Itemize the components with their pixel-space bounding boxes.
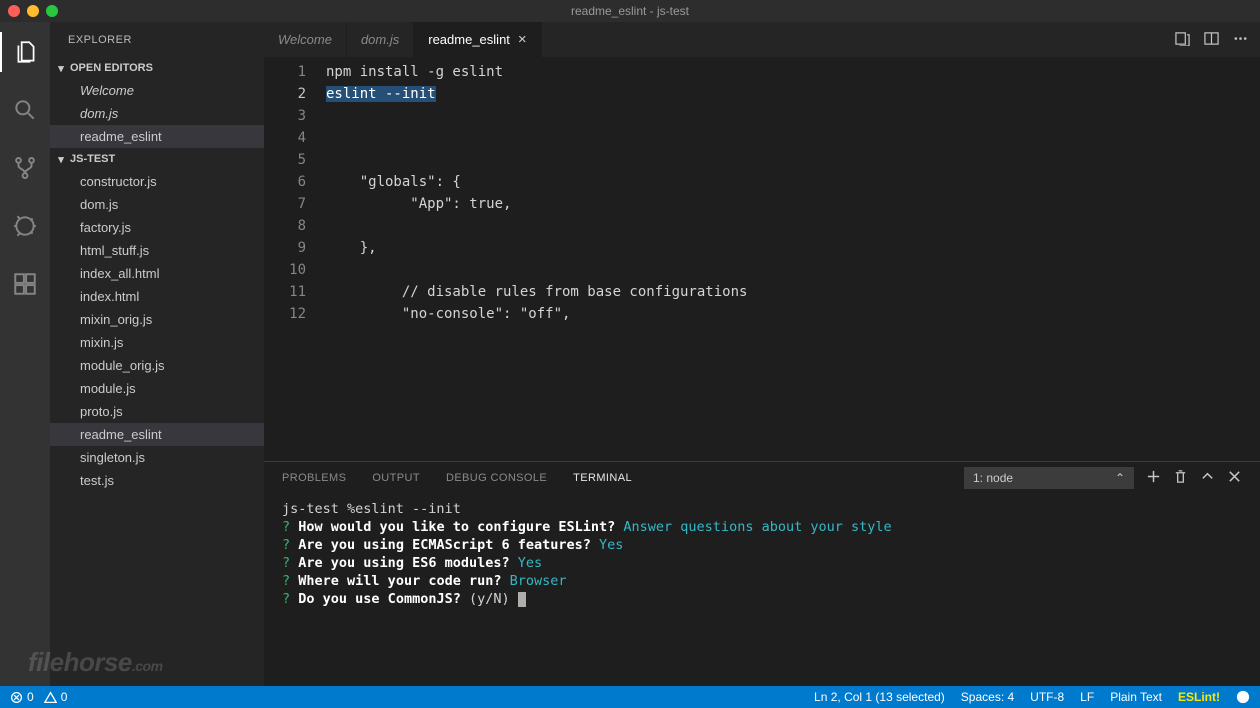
activity-extensions[interactable]	[0, 264, 50, 304]
file-tree-item[interactable]: dom.js	[50, 193, 264, 216]
error-icon	[10, 691, 23, 704]
branch-icon	[12, 155, 38, 181]
line-number[interactable]: 6	[264, 171, 306, 193]
files-icon	[13, 39, 39, 65]
code-line[interactable]	[326, 149, 1260, 171]
file-tree-item[interactable]: test.js	[50, 469, 264, 492]
open-editors-header[interactable]: ▾ OPEN EDITORS	[50, 57, 264, 79]
diff-icon[interactable]	[1175, 31, 1190, 49]
status-errors[interactable]: 0	[10, 690, 34, 704]
status-spaces[interactable]: Spaces: 4	[961, 690, 1014, 704]
maximize-window-button[interactable]	[46, 5, 58, 17]
line-number[interactable]: 2	[264, 83, 306, 105]
code-line[interactable]: // disable rules from base configuration…	[326, 281, 1260, 303]
file-tree-item[interactable]: constructor.js	[50, 170, 264, 193]
activity-debug[interactable]	[0, 206, 50, 246]
status-feedback[interactable]	[1236, 690, 1250, 704]
title-bar: readme_eslint - js-test	[0, 0, 1260, 22]
open-editor-item[interactable]: readme_eslint	[50, 125, 264, 148]
panel-close-button[interactable]	[1227, 469, 1242, 487]
line-number[interactable]: 10	[264, 259, 306, 281]
chevron-down-icon: ▾	[54, 62, 68, 75]
code-line[interactable]: "no-console": "off",	[326, 303, 1260, 325]
panel: PROBLEMS OUTPUT DEBUG CONSOLE TERMINAL 1: n…	[264, 461, 1260, 686]
status-warnings[interactable]: 0	[44, 690, 68, 704]
file-tree-item[interactable]: index_all.html	[50, 262, 264, 285]
file-tree-item[interactable]: factory.js	[50, 216, 264, 239]
close-tab-icon[interactable]: ×	[518, 31, 527, 48]
line-number[interactable]: 5	[264, 149, 306, 171]
debug-icon	[12, 213, 38, 239]
terminal[interactable]: js-test %eslint --init ? How would you l…	[264, 494, 1260, 686]
editor-tab[interactable]: readme_eslint×	[414, 22, 541, 57]
activity-search[interactable]	[0, 90, 50, 130]
open-editor-item[interactable]: dom.js	[50, 102, 264, 125]
panel-maximize-button[interactable]	[1200, 469, 1215, 487]
code-line[interactable]	[326, 259, 1260, 281]
chevron-down-icon: ▾	[54, 153, 68, 166]
code-line[interactable]: "App": true,	[326, 193, 1260, 215]
activity-bar	[0, 22, 50, 686]
code-line[interactable]: "globals": {	[326, 171, 1260, 193]
close-window-button[interactable]	[8, 5, 20, 17]
sidebar-title: EXPLORER	[50, 22, 264, 57]
code-editor[interactable]: 123456789101112 npm install -g eslintesl…	[264, 57, 1260, 461]
line-number[interactable]: 7	[264, 193, 306, 215]
split-editor-icon[interactable]	[1204, 31, 1219, 49]
line-number[interactable]: 11	[264, 281, 306, 303]
code-line[interactable]: eslint --init	[326, 83, 1260, 105]
sidebar: EXPLORER ▾ OPEN EDITORS Welcomedom.jsrea…	[50, 22, 264, 686]
file-tree-item[interactable]: module.js	[50, 377, 264, 400]
code-line[interactable]	[326, 127, 1260, 149]
status-language[interactable]: Plain Text	[1110, 690, 1162, 704]
window-title: readme_eslint - js-test	[571, 4, 689, 18]
status-cursor[interactable]: Ln 2, Col 1 (13 selected)	[814, 690, 945, 704]
minimize-window-button[interactable]	[27, 5, 39, 17]
panel-tab[interactable]: TERMINAL	[573, 472, 632, 484]
chevron-updown-icon: ⌃	[1115, 471, 1125, 485]
search-icon	[12, 97, 38, 123]
open-editor-item[interactable]: Welcome	[50, 79, 264, 102]
code-line[interactable]: },	[326, 237, 1260, 259]
terminal-select[interactable]: 1: node ⌃	[964, 467, 1134, 489]
status-encoding[interactable]: UTF-8	[1030, 690, 1064, 704]
editor-tab[interactable]: Welcome	[264, 22, 347, 57]
more-icon[interactable]	[1233, 31, 1248, 49]
file-tree-item[interactable]: mixin_orig.js	[50, 308, 264, 331]
file-tree-item[interactable]: proto.js	[50, 400, 264, 423]
file-tree-item[interactable]: index.html	[50, 285, 264, 308]
file-tree-item[interactable]: mixin.js	[50, 331, 264, 354]
new-terminal-button[interactable]	[1146, 469, 1161, 487]
smiley-icon	[1236, 690, 1250, 704]
file-tree-item[interactable]: readme_eslint	[50, 423, 264, 446]
activity-source-control[interactable]	[0, 148, 50, 188]
file-tree-item[interactable]: singleton.js	[50, 446, 264, 469]
line-number[interactable]: 4	[264, 127, 306, 149]
file-tree-item[interactable]: module_orig.js	[50, 354, 264, 377]
code-line[interactable]	[326, 215, 1260, 237]
file-tree-item[interactable]: html_stuff.js	[50, 239, 264, 262]
tab-bar: Welcomedom.jsreadme_eslint×	[264, 22, 1260, 57]
status-bar: 0 0 Ln 2, Col 1 (13 selected) Spaces: 4 …	[0, 686, 1260, 708]
line-number[interactable]: 1	[264, 61, 306, 83]
line-number[interactable]: 8	[264, 215, 306, 237]
code-line[interactable]	[326, 105, 1260, 127]
line-number[interactable]: 3	[264, 105, 306, 127]
editor-tab[interactable]: dom.js	[347, 22, 414, 57]
warning-icon	[44, 691, 57, 704]
editor-region: Welcomedom.jsreadme_eslint× 123456789101…	[264, 22, 1260, 686]
panel-tab[interactable]: DEBUG CONSOLE	[446, 472, 547, 484]
status-eol[interactable]: LF	[1080, 690, 1094, 704]
line-number[interactable]: 9	[264, 237, 306, 259]
activity-explorer[interactable]	[0, 32, 50, 72]
extensions-icon	[12, 271, 38, 297]
panel-tab[interactable]: OUTPUT	[372, 472, 420, 484]
kill-terminal-button[interactable]	[1173, 469, 1188, 487]
status-eslint[interactable]: ESLint!	[1178, 690, 1220, 704]
code-line[interactable]: npm install -g eslint	[326, 61, 1260, 83]
line-number[interactable]: 12	[264, 303, 306, 325]
panel-tab[interactable]: PROBLEMS	[282, 472, 346, 484]
project-header[interactable]: ▾ JS-TEST	[50, 148, 264, 170]
